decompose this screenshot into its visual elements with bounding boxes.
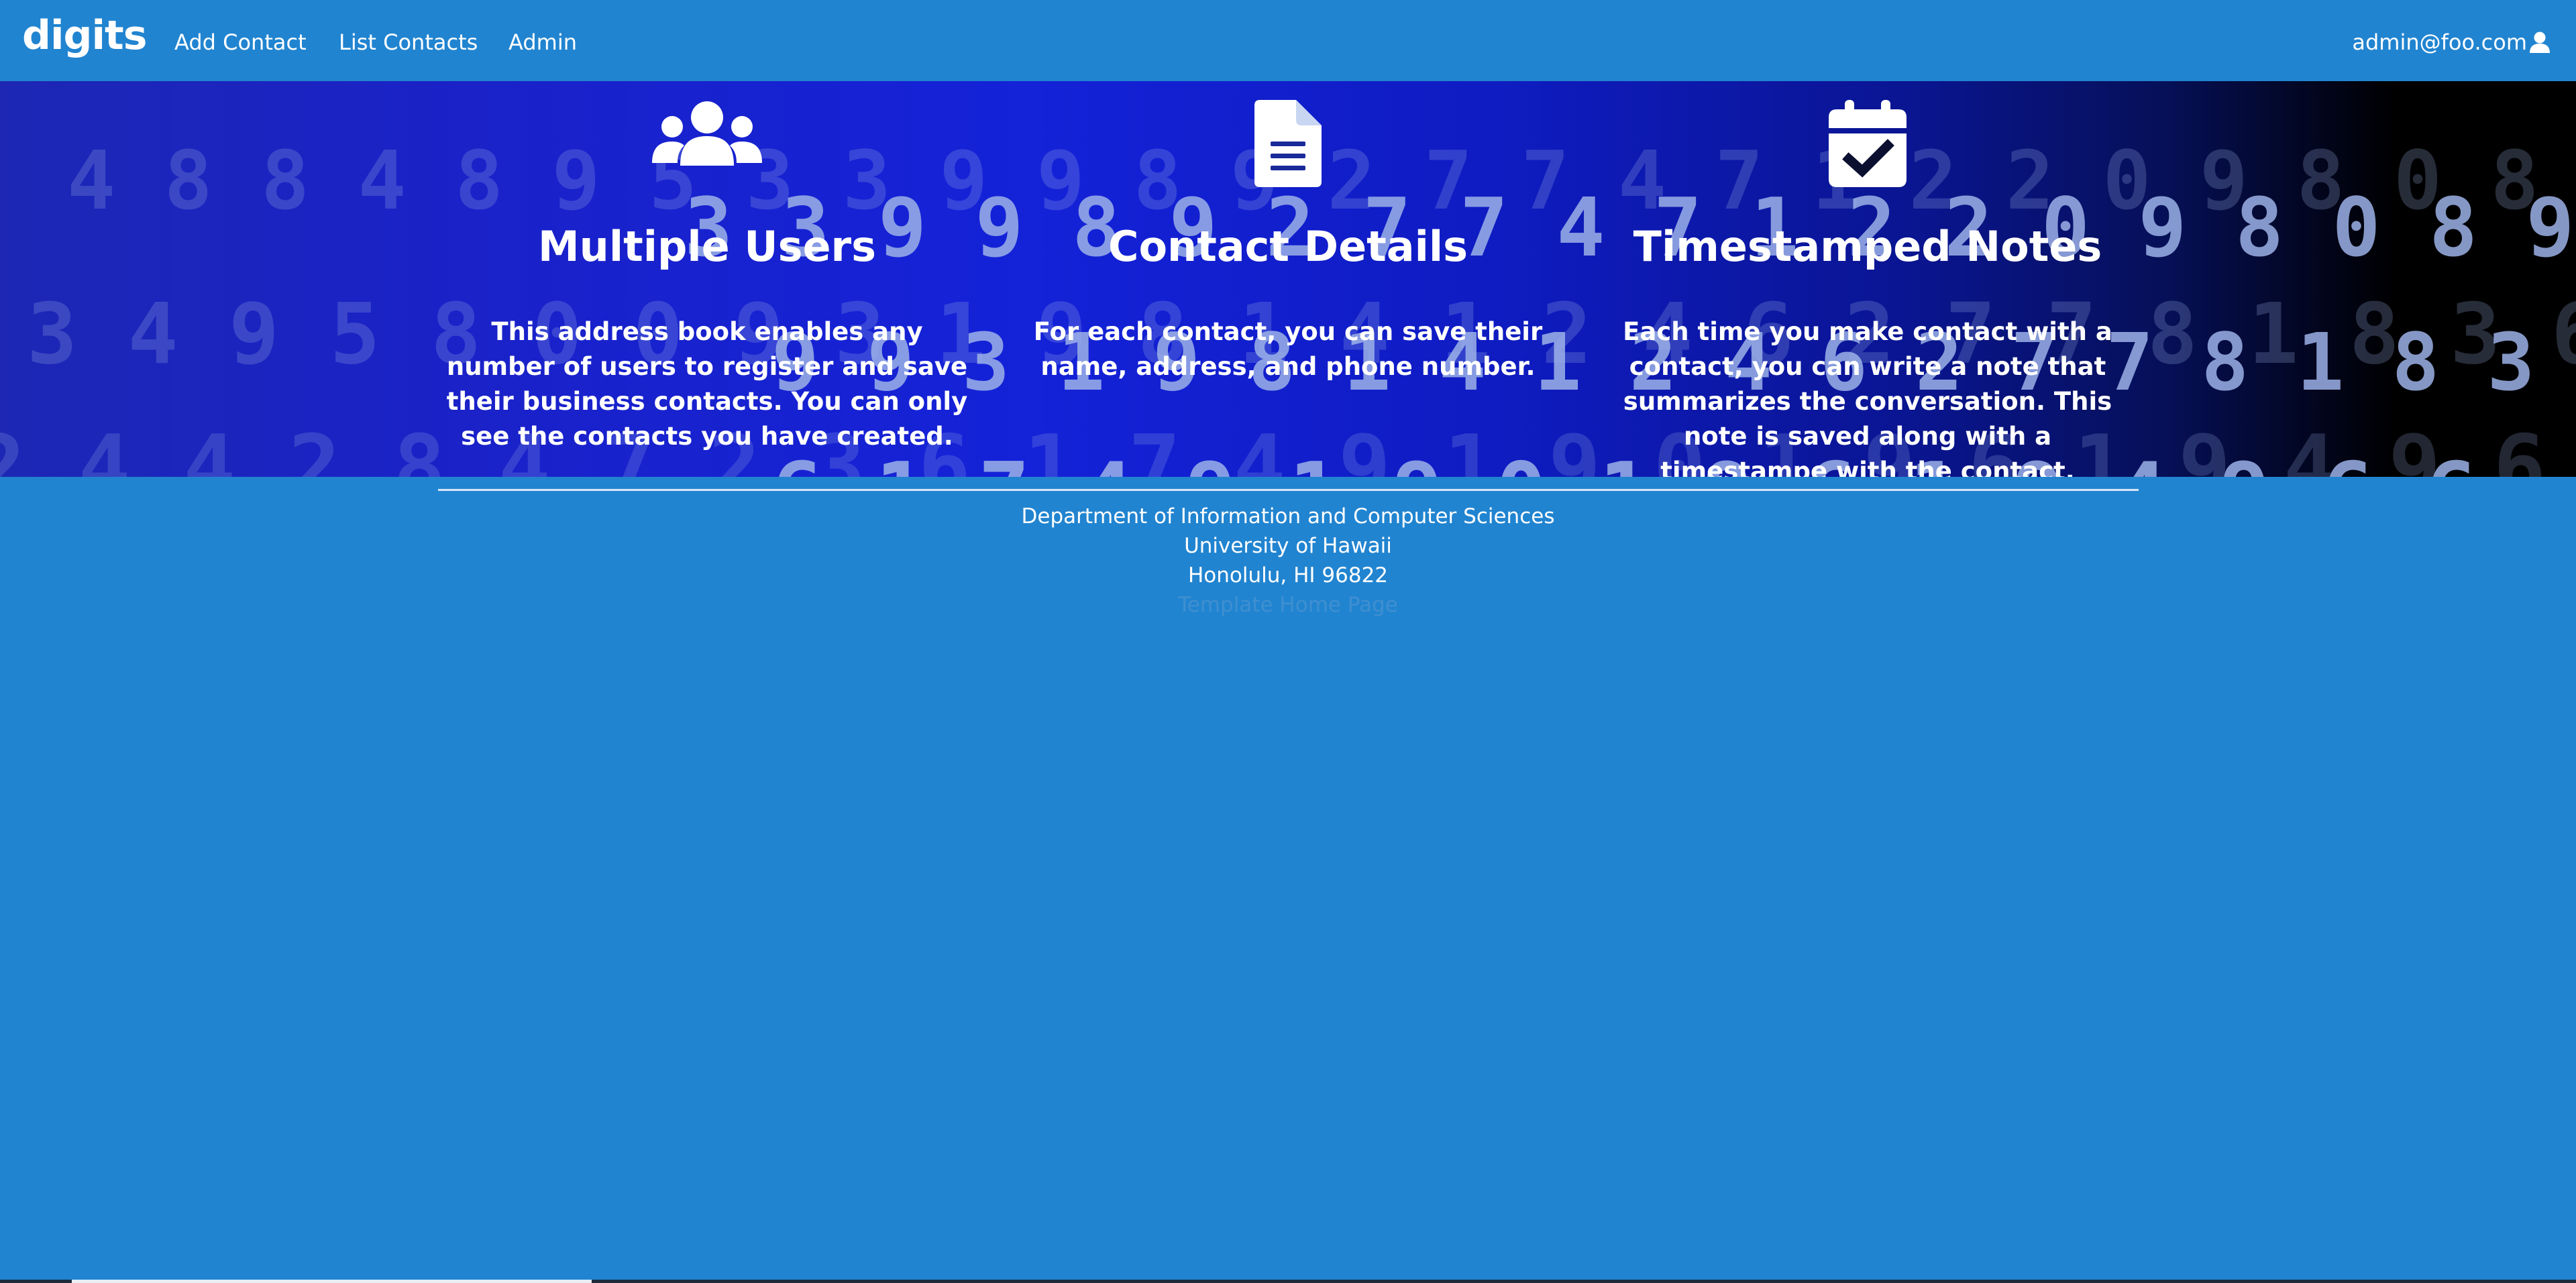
feature-description: This address book enables any number of … xyxy=(446,317,968,451)
feature-contact-details: Contact Details For each contact, you ca… xyxy=(1020,81,1556,477)
template-home-page-link[interactable]: Template Home Page xyxy=(0,593,2576,617)
footer-university: University of Hawaii xyxy=(1184,534,1392,558)
file-text-icon xyxy=(1254,100,1322,187)
footer-department: Department of Information and Computer S… xyxy=(1021,504,1555,528)
nav-list-contacts[interactable]: List Contacts xyxy=(339,30,478,55)
brand-logo-link[interactable]: digits xyxy=(22,12,147,59)
nav-add-contact[interactable]: Add Contact xyxy=(174,30,307,55)
user-menu-dropdown[interactable]: admin@foo.com xyxy=(2352,30,2551,55)
horizontal-scrollbar[interactable] xyxy=(0,1280,2576,1283)
footer-divider xyxy=(438,489,2139,491)
top-navbar: digits Add Contact List Contacts Admin a… xyxy=(0,0,2576,81)
feature-title: Multiple Users xyxy=(537,222,877,271)
feature-title: Contact Details xyxy=(1108,222,1468,271)
calendar-check-icon xyxy=(1829,100,1907,187)
feature-description: For each contact, you can save their nam… xyxy=(1033,317,1543,381)
feature-multiple-users: Multiple Users This address book enables… xyxy=(439,81,975,477)
footer-location: Honolulu, HI 96822 xyxy=(1187,563,1389,588)
user-email: admin@foo.com xyxy=(2352,30,2527,55)
user-icon xyxy=(2530,32,2550,53)
hero-banner: 8 1 9 6 6 5 7 1 6 1 9 4 9 6 9 9 3 9 3 1 … xyxy=(0,81,2576,477)
scrollbar-thumb[interactable] xyxy=(72,1280,592,1283)
feature-description: Each time you make contact with a contac… xyxy=(1623,317,2112,477)
users-icon xyxy=(652,101,762,166)
feature-timestamped-notes: Timestamped Notes Each time you make con… xyxy=(1599,81,2136,477)
feature-title: Timestamped Notes xyxy=(1633,222,2102,271)
nav-admin[interactable]: Admin xyxy=(508,30,577,55)
